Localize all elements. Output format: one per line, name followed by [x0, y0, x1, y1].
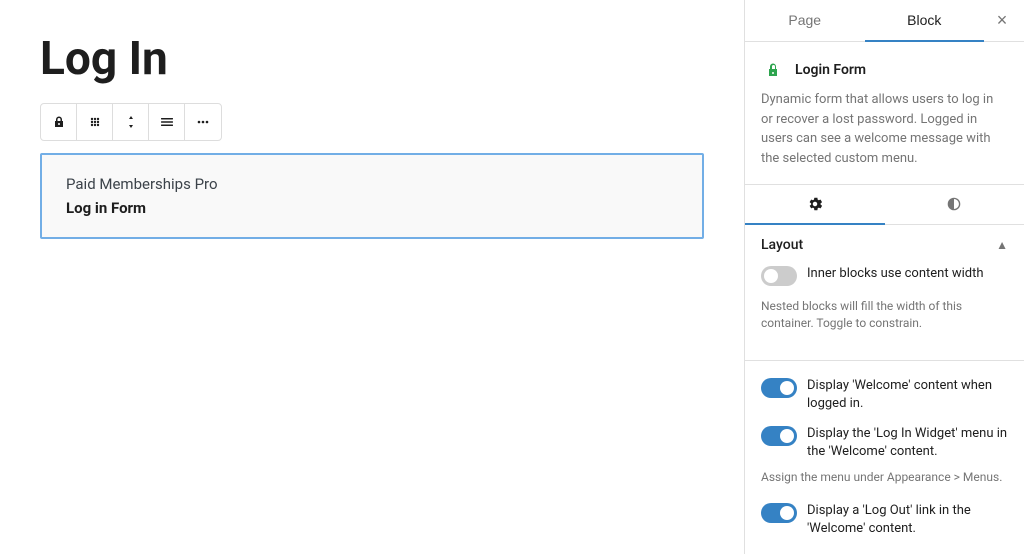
close-button[interactable]: × — [984, 3, 1020, 39]
sidebar-tabs: Page Block × — [745, 0, 1024, 42]
log-out-toggle-row: Display a 'Log Out' link in the 'Welcome… — [761, 502, 1008, 538]
tab-block[interactable]: Block — [865, 0, 985, 42]
log-in-widget-label: Display the 'Log In Widget' menu in the … — [807, 425, 1008, 461]
block-info-title: Login Form — [795, 62, 866, 78]
sub-tabs — [745, 185, 1024, 225]
block-type-icon — [761, 58, 785, 82]
inner-blocks-label: Inner blocks use content width — [807, 265, 984, 283]
block-info: Login Form Dynamic form that allows user… — [745, 42, 1024, 185]
log-in-widget-slider — [761, 426, 797, 446]
block-toolbar — [40, 103, 222, 141]
block-provider: Paid Memberships Pro — [66, 175, 678, 193]
log-in-widget-toggle[interactable] — [761, 426, 797, 446]
align-button[interactable] — [149, 104, 185, 140]
layout-section: Layout ▲ Inner blocks use content width … — [745, 225, 1024, 361]
more-icon — [195, 114, 211, 130]
align-icon — [159, 114, 175, 130]
sub-tab-settings[interactable] — [745, 185, 885, 225]
block-container: Paid Memberships Pro Log in Form — [40, 153, 704, 239]
block-info-desc: Dynamic form that allows users to log in… — [761, 90, 1008, 168]
log-in-widget-sub-text: Assign the menu under Appearance > Menus… — [761, 465, 1008, 498]
sidebar: Page Block × Login Form Dynamic form tha… — [744, 0, 1024, 554]
log-out-label: Display a 'Log Out' link in the 'Welcome… — [807, 502, 1008, 538]
layout-section-header[interactable]: Layout ▲ — [745, 225, 1024, 265]
sub-tab-style[interactable] — [885, 185, 1024, 225]
inner-blocks-slider — [761, 266, 797, 286]
welcome-toggle-row: Display 'Welcome' content when logged in… — [761, 377, 1008, 413]
editor-area: Log In — [0, 0, 744, 554]
block-info-header: Login Form — [761, 58, 1008, 82]
inner-blocks-toggle[interactable] — [761, 266, 797, 286]
chevron-up-icon: ▲ — [996, 238, 1008, 252]
grid-icon — [87, 114, 103, 130]
settings-icon — [806, 195, 824, 213]
style-icon — [945, 195, 963, 213]
arrows-icon — [123, 114, 139, 130]
inner-blocks-toggle-row: Inner blocks use content width — [761, 265, 1008, 286]
log-in-widget-toggle-row: Display the 'Log In Widget' menu in the … — [761, 425, 1008, 461]
welcome-label: Display 'Welcome' content when logged in… — [807, 377, 1008, 413]
log-out-slider — [761, 503, 797, 523]
page-title: Log In — [40, 32, 704, 87]
layout-title: Layout — [761, 237, 803, 253]
welcome-toggle[interactable] — [761, 378, 797, 398]
log-out-toggle[interactable] — [761, 503, 797, 523]
grid-button[interactable] — [77, 104, 113, 140]
arrows-button[interactable] — [113, 104, 149, 140]
lock-button[interactable] — [41, 104, 77, 140]
layout-section-content: Inner blocks use content width Nested bl… — [745, 265, 1024, 360]
more-button[interactable] — [185, 104, 221, 140]
welcome-slider — [761, 378, 797, 398]
inner-blocks-sub-text: Nested blocks will fill the width of thi… — [761, 294, 1008, 344]
toggles-section: Display 'Welcome' content when logged in… — [745, 361, 1024, 554]
tab-page[interactable]: Page — [745, 0, 865, 42]
lock-icon — [51, 114, 67, 130]
block-name-label: Log in Form — [66, 199, 678, 217]
